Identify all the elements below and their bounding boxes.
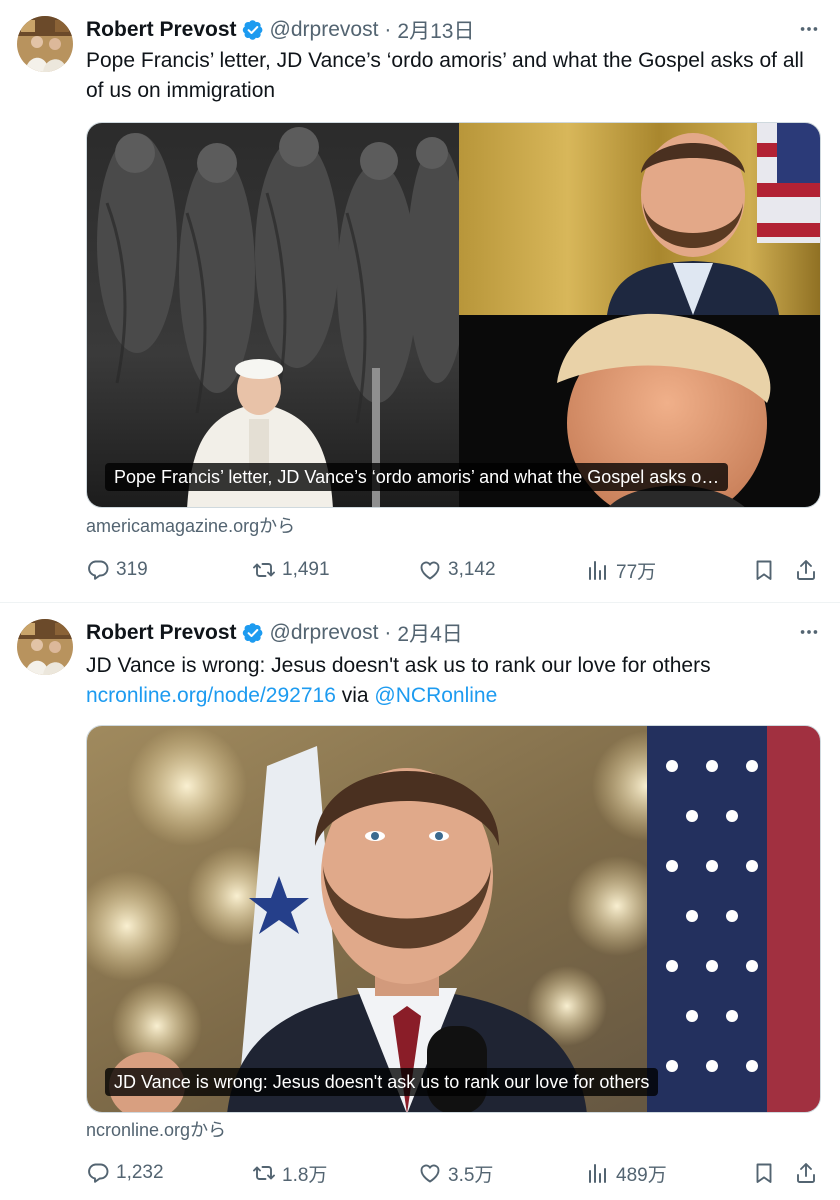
avatar[interactable] [17,619,73,675]
link-card[interactable]: Pope Francis’ letter, JD Vance’s ‘ordo a… [86,122,821,508]
card-source[interactable]: americamagazine.orgから [86,512,295,538]
reply-icon [86,558,110,582]
action-bar: 1,232 1.8万 3.5万 489万 [86,1158,822,1188]
like-icon [418,1161,442,1185]
verified-badge-icon [242,622,264,644]
retweet-count: 1,491 [282,559,330,580]
tweet-header: Robert Prevost @drprevost · 2月13日 [86,16,820,44]
share-button[interactable] [794,1158,818,1188]
card-source[interactable]: ncronline.orgから [86,1116,226,1142]
tweet-text: Pope Francis’ letter, JD Vance’s ‘ordo a… [86,49,804,102]
tweet-date[interactable]: 2月13日 [397,15,474,45]
card-caption: Pope Francis’ letter, JD Vance’s ‘ordo a… [105,463,729,491]
share-icon [794,558,818,582]
separator: · [384,621,392,644]
views-button[interactable]: 489万 [586,1158,667,1188]
link-card[interactable]: JD Vance is wrong: Jesus doesn't ask us … [86,725,821,1113]
retweet-icon [252,558,276,582]
views-icon [586,558,610,582]
reply-button[interactable]: 1,232 [86,1158,164,1188]
like-icon [418,558,442,582]
retweet-count: 1.8万 [282,1164,328,1186]
tweet-text-body: JD Vance is wrong: Jesus doesn't ask us … [86,654,711,677]
retweet-button[interactable]: 1,491 [252,555,330,585]
action-bar: 319 1,491 3,142 77万 [86,555,822,585]
like-button[interactable]: 3.5万 [418,1158,493,1188]
card-image [87,123,820,507]
separator: · [384,18,392,41]
more-icon[interactable] [796,619,822,645]
author-handle[interactable]: @drprevost [270,621,379,645]
views-button[interactable]: 77万 [586,555,656,585]
reply-count: 1,232 [116,1162,164,1183]
share-icon [794,1161,818,1185]
like-button[interactable]: 3,142 [418,555,496,585]
tweet-link[interactable]: ncronline.org/node/292716 [86,684,336,707]
mention-link[interactable]: @NCRonline [374,684,497,707]
views-count: 77万 [616,561,657,583]
avatar[interactable] [17,16,73,72]
tweet[interactable]: Robert Prevost @drprevost · 2月13日 Pope F… [0,0,840,603]
author-name[interactable]: Robert Prevost [86,18,237,42]
reply-button[interactable]: 319 [86,555,148,585]
bookmark-button[interactable] [752,1158,776,1188]
author-handle[interactable]: @drprevost [270,18,379,42]
tweet[interactable]: Robert Prevost @drprevost · 2月4日 JD Vanc… [0,603,840,1200]
retweet-icon [252,1161,276,1185]
views-count: 489万 [616,1164,667,1186]
author-name[interactable]: Robert Prevost [86,621,237,645]
retweet-button[interactable]: 1.8万 [252,1158,327,1188]
views-icon [586,1161,610,1185]
bookmark-icon [752,1161,776,1185]
like-count: 3.5万 [448,1164,494,1186]
tweet-text: JD Vance is wrong: Jesus doesn't ask us … [86,651,824,711]
card-image [87,726,820,1112]
bookmark-button[interactable] [752,555,776,585]
like-count: 3,142 [448,559,496,580]
share-button[interactable] [794,555,818,585]
reply-icon [86,1161,110,1185]
reply-count: 319 [116,559,148,580]
bookmark-icon [752,558,776,582]
more-icon[interactable] [796,16,822,42]
tweet-date[interactable]: 2月4日 [397,618,462,648]
card-caption: JD Vance is wrong: Jesus doesn't ask us … [105,1068,659,1096]
tweet-header: Robert Prevost @drprevost · 2月4日 [86,619,820,647]
via-text: via [341,684,369,707]
verified-badge-icon [242,19,264,41]
